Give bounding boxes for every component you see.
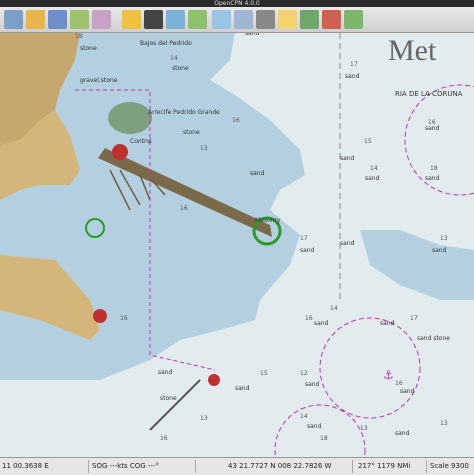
depth-sounding: 17 <box>300 235 308 242</box>
depth-sounding: 18 <box>320 435 328 442</box>
measure-icon[interactable] <box>144 10 163 29</box>
layers-icon[interactable] <box>48 10 67 29</box>
window-titlebar: OpenCPN 4.0.0 <box>0 0 474 7</box>
status-position: 43 21.7727 N 008 22.7826 W <box>228 462 332 470</box>
depth-sounding: 18 <box>75 33 83 40</box>
open-chart-icon[interactable] <box>26 10 45 29</box>
depth-sounding: 16 <box>160 435 168 442</box>
tide-icon[interactable] <box>122 10 141 29</box>
label-sand-p: sand <box>395 430 410 437</box>
depth-sounding: 16 <box>395 380 403 387</box>
label-sand-c: sand <box>250 170 265 177</box>
grid-icon[interactable] <box>70 10 89 29</box>
label-bajos: Bajos del Pedrido <box>140 40 192 47</box>
depth-sounding: 13 <box>200 415 208 422</box>
status-scale: Scale 9300 <box>430 462 469 470</box>
chart-title: Met <box>388 34 437 67</box>
divider <box>195 460 196 473</box>
depth-sounding: 16 <box>180 205 188 212</box>
label-sand-a: sand <box>245 33 260 37</box>
download-icon[interactable] <box>322 10 341 29</box>
label-sand-i: sand <box>380 320 395 327</box>
label-sand-l: sand <box>235 385 250 392</box>
depth-sounding: 17 <box>350 61 358 68</box>
window-title: OpenCPN 4.0.0 <box>214 0 260 7</box>
label-arrecife: Arrecife Pedrido Grande <box>148 109 220 116</box>
label-control: Control <box>130 138 152 145</box>
depth-sounding: 18 <box>430 165 438 172</box>
label-gravel: gravel.stone <box>80 77 118 84</box>
control-light-icon[interactable] <box>112 144 128 160</box>
label-sand-o: sand <box>307 423 322 430</box>
label-sand-k: sand <box>158 369 173 376</box>
depth-sounding: 14 <box>170 55 178 62</box>
depth-sounding: 13 <box>440 420 448 427</box>
label-stone-tl: stone <box>80 45 97 52</box>
label-sand-j: sand <box>314 320 329 327</box>
anchorage-icon: ⚓ <box>383 368 394 382</box>
main-toolbar <box>0 7 474 33</box>
depth-sounding: 16 <box>120 315 128 322</box>
status-sog: SOG ---kts COG ---° <box>92 462 159 470</box>
ais-icon[interactable] <box>188 10 207 29</box>
label-sand-r: sand <box>345 73 360 80</box>
depth-sounding: 13 <box>200 145 208 152</box>
depth-sounding: 14 <box>330 305 338 312</box>
depth-sounding: 17 <box>410 315 418 322</box>
red-beacon-icon[interactable] <box>93 309 107 323</box>
status-bearing: 217° 1179 NMi <box>358 462 411 470</box>
label-sand-e: sand <box>425 175 440 182</box>
ship-icon[interactable] <box>4 10 23 29</box>
depth-sounding: 13 <box>360 425 368 432</box>
map-icon[interactable] <box>344 10 363 29</box>
label-sand-d: sand <box>365 175 380 182</box>
depth-sounding: 14 <box>300 413 308 420</box>
depth-sounding: 16 <box>428 119 436 126</box>
label-sand-f: sand <box>300 247 315 254</box>
label-sand-stone: sand stone <box>417 335 450 342</box>
label-stone3: stone <box>183 129 200 136</box>
region-label: RIA DE LA CORUNA <box>395 90 463 98</box>
label-masonry: Masonry <box>255 217 281 224</box>
depth-sounding: 13 <box>440 235 448 242</box>
search-icon[interactable] <box>166 10 185 29</box>
print-icon[interactable] <box>212 10 231 29</box>
route-icon[interactable] <box>92 10 111 29</box>
status-bar: 11 00.3638 E SOG ---kts COG ---° 43 21.7… <box>0 457 474 475</box>
track-icon[interactable] <box>300 10 319 29</box>
status-left: 11 00.3638 E <box>2 462 49 470</box>
label-sand-m: sand <box>305 381 320 388</box>
label-sand-b: sand <box>340 155 355 162</box>
nautical-chart[interactable]: Met RIA DE LA CORUNA ⚓ stone Bajos del P… <box>0 33 474 457</box>
divider <box>352 460 353 473</box>
depth-sounding: 12 <box>300 370 308 377</box>
depth-sounding: 16 <box>305 315 313 322</box>
label-sand-h: sand <box>432 247 447 254</box>
settings-icon[interactable] <box>256 10 275 29</box>
depth-sounding: 15 <box>364 138 372 145</box>
sun-icon[interactable] <box>278 10 297 29</box>
weather-icon[interactable] <box>234 10 253 29</box>
divider <box>88 460 89 473</box>
island <box>108 102 152 134</box>
depth-sounding: 14 <box>370 165 378 172</box>
depth-sounding: 16 <box>232 117 240 124</box>
label-sand-q: sand <box>425 125 440 132</box>
label-stone4: stone <box>160 395 177 402</box>
label-sand-g: sand <box>340 240 355 247</box>
red-buoy-icon[interactable] <box>208 374 220 386</box>
label-sand-n: sand <box>400 388 415 395</box>
divider <box>426 460 427 473</box>
label-stone2: stone <box>172 65 189 72</box>
depth-sounding: 15 <box>260 370 268 377</box>
